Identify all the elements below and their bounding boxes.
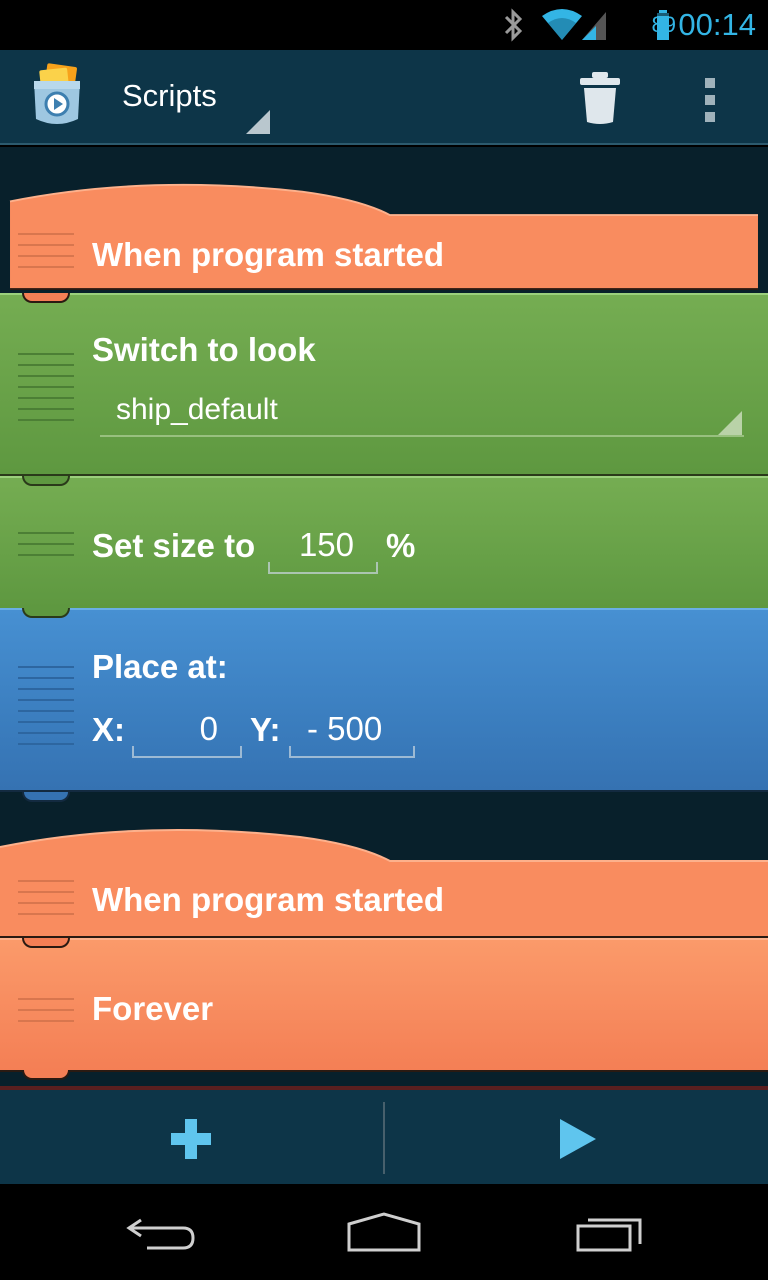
clock: 00:14 xyxy=(678,7,756,42)
size-value: 150 xyxy=(298,526,354,563)
brick-forever[interactable]: Forever xyxy=(0,938,768,1080)
signal-icon xyxy=(580,0,608,50)
wifi-icon xyxy=(540,0,584,50)
brick-place-at[interactable]: Place at: X: 0 Y: - 500 xyxy=(0,608,768,802)
brick-label: Set size to xyxy=(92,527,256,564)
brick-label: When program started xyxy=(92,881,445,918)
action-bar: Scripts xyxy=(0,50,768,145)
brick-label: Forever xyxy=(92,990,214,1027)
status-bar: 89 00:14 xyxy=(0,0,768,50)
bottom-bar xyxy=(0,1086,768,1184)
overflow-menu-icon[interactable] xyxy=(694,76,728,124)
brick-switch-to-look[interactable]: Switch to look ship_default xyxy=(0,293,768,476)
y-input[interactable]: - 500 xyxy=(289,704,415,758)
x-value: 0 xyxy=(199,710,218,747)
chevron-down-icon xyxy=(718,411,742,435)
brick-label: When program started xyxy=(92,236,445,273)
bluetooth-icon xyxy=(500,0,528,50)
x-input[interactable]: 0 xyxy=(132,704,242,758)
play-icon xyxy=(560,1119,596,1159)
home-icon[interactable] xyxy=(329,1204,439,1260)
battery-icon xyxy=(656,0,670,50)
trash-icon[interactable] xyxy=(576,70,624,126)
screen-title[interactable]: Scripts xyxy=(122,78,217,114)
recent-apps-icon[interactable] xyxy=(554,1204,664,1260)
brick-when-program-started[interactable]: When program started xyxy=(0,825,768,940)
brick-set-size[interactable]: Set size to 150 % xyxy=(0,476,768,610)
catroid-pocket-code-icon[interactable] xyxy=(30,63,84,129)
add-button[interactable] xyxy=(0,1090,384,1184)
nav-bar xyxy=(0,1184,768,1280)
script-area[interactable]: When program started Switch to look ship… xyxy=(0,147,768,1086)
y-value: - 500 xyxy=(307,710,383,747)
look-spinner[interactable]: ship_default xyxy=(100,387,744,437)
brick-label: Switch to look xyxy=(92,331,316,368)
brick-when-program-started[interactable]: When program started xyxy=(0,180,768,295)
play-button[interactable] xyxy=(384,1090,768,1184)
add-icon xyxy=(171,1119,211,1159)
back-icon[interactable] xyxy=(105,1204,215,1260)
x-label: X: xyxy=(92,711,125,748)
brick-label: Place at: xyxy=(92,648,228,685)
y-label: Y: xyxy=(250,711,281,748)
chevron-down-icon[interactable] xyxy=(246,110,270,134)
look-spinner-value: ship_default xyxy=(116,393,278,426)
size-unit: % xyxy=(386,527,416,564)
size-input[interactable]: 150 xyxy=(268,522,378,574)
